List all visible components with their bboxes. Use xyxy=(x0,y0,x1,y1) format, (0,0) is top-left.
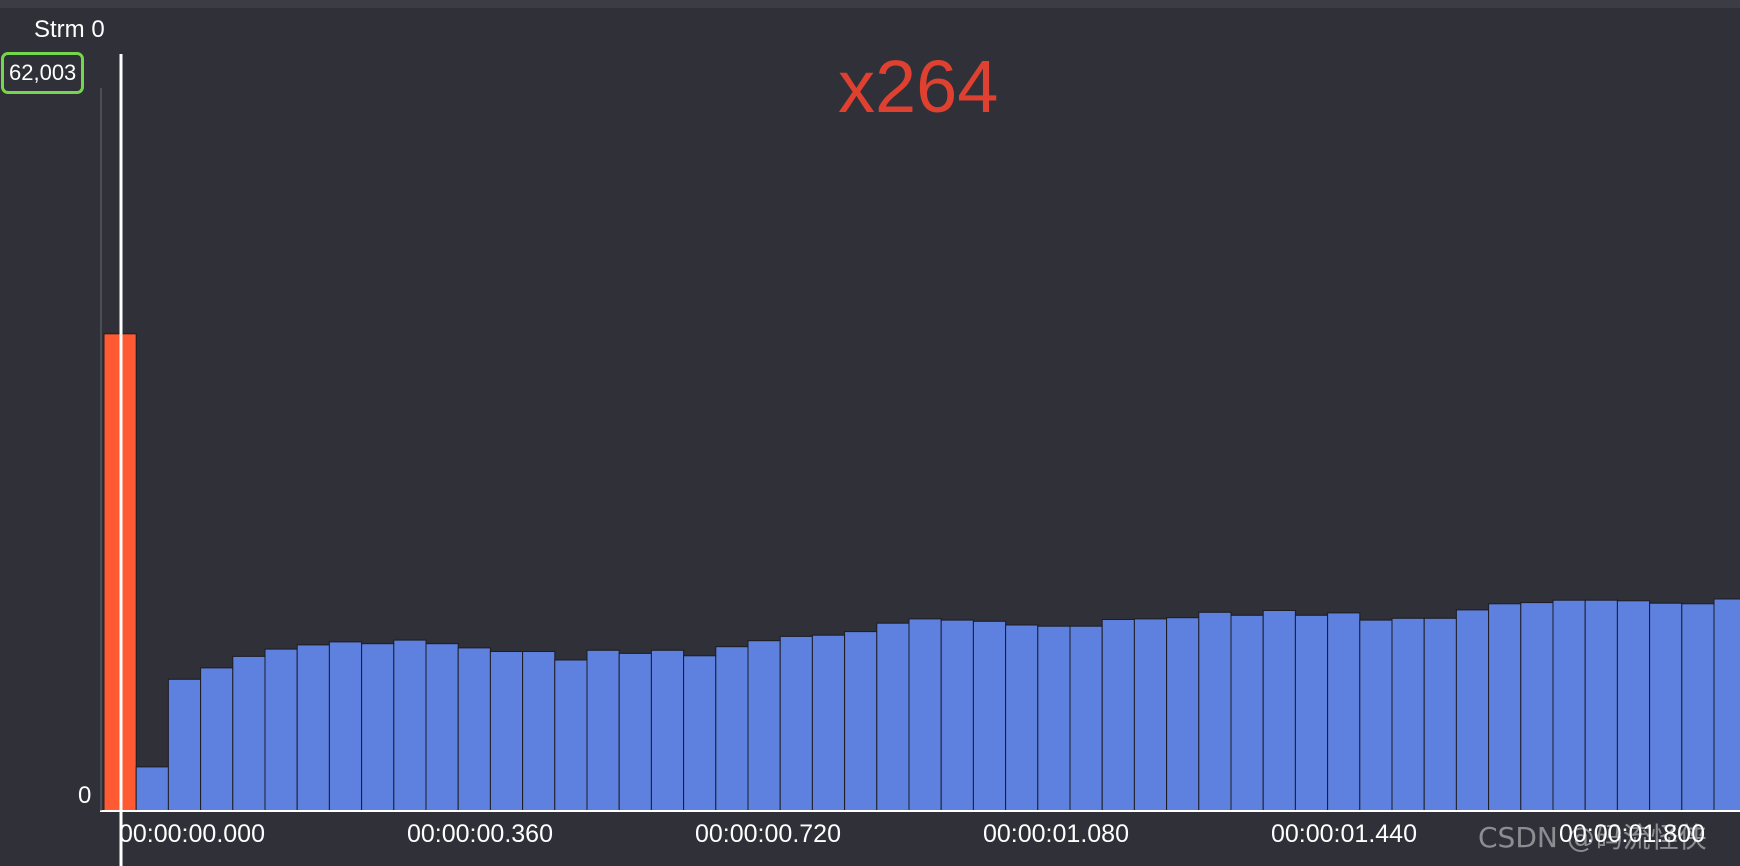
p-frame-bar[interactable] xyxy=(811,634,846,812)
p-frame-bar[interactable] xyxy=(1455,609,1490,812)
p-frame-bar[interactable] xyxy=(232,655,266,812)
p-frame-bar[interactable] xyxy=(135,766,169,812)
p-frame-bar[interactable] xyxy=(1005,624,1039,812)
p-frame-bar[interactable] xyxy=(1359,619,1393,812)
p-frame-bar[interactable] xyxy=(264,648,298,812)
x-tick-label: 00:00:01.440 xyxy=(1271,820,1417,848)
x-tick-label: 00:00:00.000 xyxy=(119,820,265,848)
p-frame-bar[interactable] xyxy=(1037,625,1071,812)
p-frame-bar[interactable] xyxy=(425,643,459,812)
p-frame-bar[interactable] xyxy=(1198,611,1232,812)
p-frame-bar[interactable] xyxy=(296,644,330,812)
p-frame-bar[interactable] xyxy=(554,659,588,812)
p-frame-bar[interactable] xyxy=(618,652,652,812)
p-frame-bar[interactable] xyxy=(779,635,813,812)
p-frame-bar[interactable] xyxy=(328,641,363,812)
p-frame-bar[interactable] xyxy=(1713,598,1740,812)
p-frame-bar[interactable] xyxy=(1391,617,1425,812)
p-frame-bar[interactable] xyxy=(1262,610,1296,812)
x-tick-label: 00:00:00.720 xyxy=(695,820,841,848)
p-frame-bar[interactable] xyxy=(876,622,910,812)
p-frame-bar[interactable] xyxy=(972,620,1007,812)
p-frame-bar[interactable] xyxy=(844,631,878,812)
p-frame-bar[interactable] xyxy=(586,649,620,812)
p-frame-bar[interactable] xyxy=(457,647,491,812)
p-frame-bar[interactable] xyxy=(683,655,717,812)
p-frame-bar[interactable] xyxy=(1166,617,1200,812)
p-frame-bar[interactable] xyxy=(1520,602,1554,812)
p-frame-bar[interactable] xyxy=(1681,603,1715,812)
p-frame-bar[interactable] xyxy=(200,667,234,812)
watermark-text: CSDN @码流怪侠 xyxy=(1478,821,1707,854)
p-frame-bar[interactable] xyxy=(1230,614,1264,812)
frame-size-chart: 00:00:00.000 00:00:00.360 00:00:00.720 00:0… xyxy=(100,54,1740,866)
p-frame-bar[interactable] xyxy=(1423,617,1457,812)
p-frame-bar[interactable] xyxy=(1488,603,1522,812)
p-frame-bar[interactable] xyxy=(167,678,202,812)
p-frame-bar[interactable] xyxy=(715,646,749,812)
p-frame-bar[interactable] xyxy=(747,640,781,812)
p-frame-bar[interactable] xyxy=(908,618,942,812)
p-frame-bar[interactable] xyxy=(1584,599,1618,812)
p-frame-bar[interactable] xyxy=(650,649,685,812)
bar-group xyxy=(103,333,1740,812)
p-frame-bar[interactable] xyxy=(940,619,974,812)
p-frame-bar[interactable] xyxy=(1616,600,1651,812)
p-frame-bar[interactable] xyxy=(1133,618,1168,812)
p-frame-bar[interactable] xyxy=(489,651,524,812)
x-tick-label: 00:00:00.360 xyxy=(407,820,553,848)
p-frame-bar[interactable] xyxy=(1069,625,1103,812)
p-frame-bar[interactable] xyxy=(1101,619,1135,812)
p-frame-bar[interactable] xyxy=(1552,599,1586,812)
x-tick-label: 00:00:01.080 xyxy=(983,820,1129,848)
p-frame-bar[interactable] xyxy=(1649,602,1683,812)
x-tick-group: 00:00:00.000 00:00:00.360 00:00:00.720 00:0… xyxy=(119,820,1705,848)
p-frame-bar[interactable] xyxy=(361,643,395,812)
p-frame-bar[interactable] xyxy=(522,651,556,812)
p-frame-bar[interactable] xyxy=(1327,612,1361,812)
p-frame-bar[interactable] xyxy=(393,639,427,812)
p-frame-bar[interactable] xyxy=(1294,614,1329,812)
